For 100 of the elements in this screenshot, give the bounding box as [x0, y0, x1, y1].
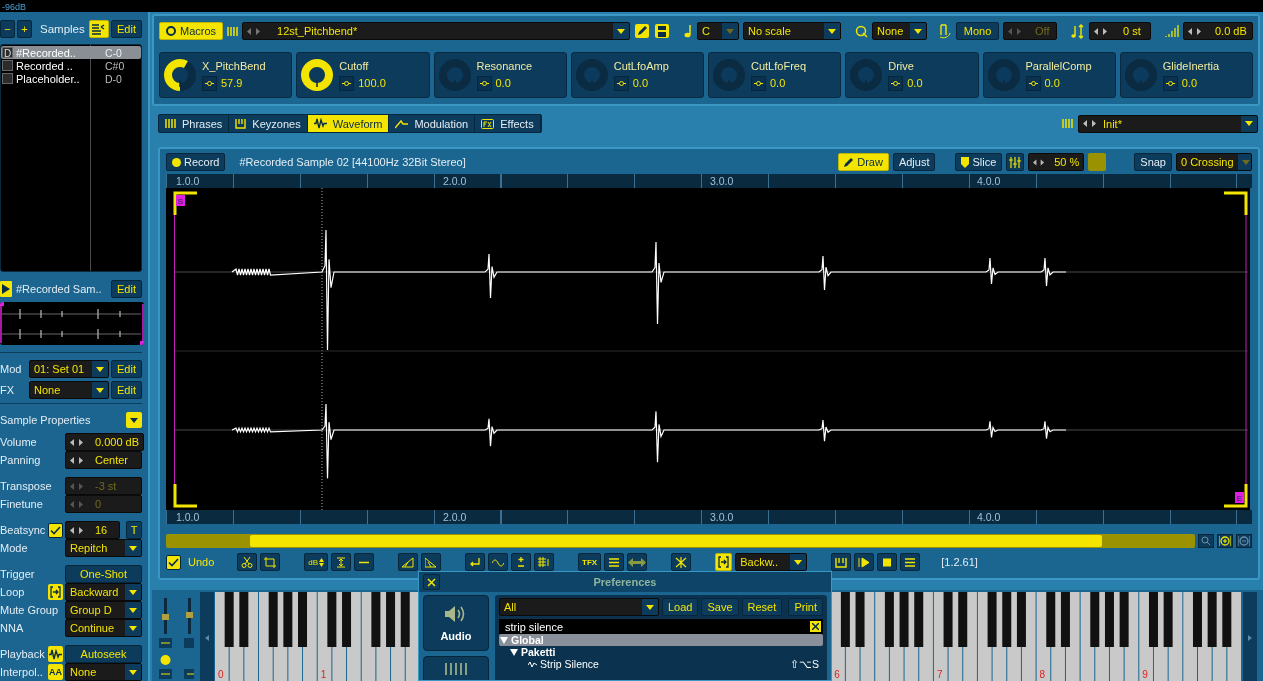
mapping-button[interactable] — [339, 75, 355, 91]
tab[interactable]: Keyzones — [229, 115, 308, 132]
dropdown[interactable]: Group D — [65, 601, 142, 619]
scrollbar-track[interactable] — [166, 534, 1195, 548]
cut-button[interactable] — [237, 553, 258, 571]
macros-button[interactable]: Macros — [159, 22, 224, 40]
dropdown[interactable]: Backward — [65, 583, 142, 601]
transpose-stepper[interactable]: 0 st — [1089, 22, 1151, 40]
sample-list-item[interactable]: D #Recorded.. C-0 — [1, 46, 141, 59]
loop-end-flag[interactable]: E — [1235, 492, 1244, 503]
save-preset-button[interactable] — [654, 23, 670, 39]
tree-item-label[interactable]: Strip Silence — [540, 658, 599, 670]
toggle-button[interactable] — [1088, 153, 1107, 171]
clear-button[interactable] — [810, 621, 821, 632]
dropdown[interactable]: None — [65, 663, 142, 681]
edit-button[interactable]: Edit — [111, 360, 142, 378]
silence-button[interactable] — [354, 553, 375, 571]
scale-dropdown[interactable]: No scale — [743, 22, 841, 40]
stop-button[interactable] — [877, 553, 898, 571]
invert-button[interactable] — [488, 553, 509, 571]
crop-button[interactable] — [260, 553, 281, 571]
category-button[interactable]: Audio — [423, 595, 489, 651]
tab[interactable]: Phrases — [159, 115, 230, 132]
preset-dropdown[interactable]: 12st_Pitchbend* — [242, 22, 630, 40]
channels-button[interactable] — [534, 553, 555, 571]
mirror-button[interactable] — [627, 553, 648, 571]
volume-stepper[interactable]: 0.0 dB — [1183, 22, 1253, 40]
close-button[interactable] — [423, 574, 440, 590]
zoom-button[interactable] — [1198, 534, 1214, 548]
mapping-button[interactable] — [476, 75, 492, 91]
mono-button[interactable]: Mono — [956, 22, 999, 40]
fx-button[interactable]: TFX — [578, 553, 602, 571]
knob[interactable] — [163, 58, 197, 92]
mode-button[interactable]: Draw — [838, 153, 889, 171]
snap-button[interactable]: Snap — [1134, 153, 1172, 171]
mapping-button[interactable] — [202, 75, 217, 91]
loop-mode-dropdown[interactable]: Backw.. — [735, 553, 808, 571]
toggle-button[interactable] — [48, 646, 63, 662]
edit-button[interactable]: Edit — [111, 280, 142, 298]
scale-button[interactable] — [331, 553, 352, 571]
sample-list-item[interactable]: Placeholder.. D-0 — [1, 72, 141, 85]
phrase-preset-dropdown[interactable]: Init* — [1078, 114, 1258, 133]
action-button[interactable]: Load — [662, 598, 699, 616]
reverse-button[interactable] — [465, 553, 486, 571]
slice-options-button[interactable] — [1006, 153, 1025, 171]
tab[interactable]: Modulation — [389, 115, 476, 132]
mapping-button[interactable] — [751, 75, 766, 91]
fade-out-button[interactable] — [421, 553, 442, 571]
edit-button[interactable]: Edit — [111, 381, 142, 399]
normalize-button[interactable]: dB — [304, 553, 329, 571]
mode-button[interactable]: One-Shot — [65, 565, 142, 583]
edit-preset-button[interactable] — [634, 23, 650, 39]
fx-dropdown[interactable]: None — [29, 381, 110, 399]
zoom-stepper[interactable]: 50 % — [1028, 153, 1085, 171]
sample-list-item[interactable]: Recorded .. C#0 — [1, 59, 141, 72]
list-button[interactable] — [604, 553, 625, 571]
checkbox[interactable] — [166, 554, 181, 570]
print-button[interactable]: Print — [788, 598, 823, 616]
edit-button[interactable]: Edit — [111, 20, 142, 38]
tab[interactable]: Effects — [475, 115, 541, 132]
search-field[interactable]: strip silence — [499, 619, 823, 634]
quantize-dropdown[interactable]: None — [872, 22, 927, 40]
scrollbar-thumb[interactable] — [250, 535, 1102, 547]
value-stepper[interactable]: Center — [65, 451, 142, 469]
value-stepper[interactable]: 0.000 dB — [65, 433, 145, 451]
collapse-button[interactable] — [126, 412, 142, 428]
play-button[interactable] — [0, 281, 12, 297]
action-button[interactable]: Save — [701, 598, 739, 616]
zoom-in-button[interactable] — [1217, 534, 1233, 548]
dropdown[interactable]: Repitch — [65, 539, 142, 557]
action-button[interactable]: Reset — [741, 598, 783, 616]
mapping-button[interactable] — [888, 75, 904, 91]
loop-toggle-button[interactable] — [715, 553, 733, 571]
mapping-button[interactable] — [613, 75, 629, 91]
tree-item-label[interactable]: Paketti — [521, 646, 556, 658]
zoom-out-button[interactable] — [1236, 534, 1252, 548]
mapping-button[interactable] — [1025, 75, 1041, 91]
mode-button[interactable]: Autoseek — [65, 645, 142, 663]
list-mode-button[interactable] — [89, 20, 110, 38]
clear-button[interactable] — [671, 553, 692, 571]
toggle-button[interactable] — [48, 584, 63, 600]
dc-offset-button[interactable] — [511, 553, 532, 571]
play-button[interactable] — [854, 553, 875, 571]
add-button[interactable]: + — [17, 20, 32, 38]
dropdown[interactable]: Continue — [65, 619, 142, 637]
loop-start-flag[interactable]: S — [176, 195, 185, 206]
slice-button[interactable]: Slice — [955, 153, 1003, 171]
knob[interactable] — [300, 58, 335, 92]
fade-in-button[interactable] — [398, 553, 419, 571]
checkbox[interactable] — [48, 522, 63, 538]
value-stepper[interactable]: 16 — [65, 521, 120, 539]
mode-button[interactable]: Adjust — [892, 153, 936, 171]
tab[interactable]: Waveform — [307, 115, 390, 132]
toggle-button[interactable]: AA — [48, 664, 63, 680]
menu-button[interactable] — [900, 553, 921, 571]
mapping-button[interactable] — [1162, 75, 1178, 91]
keyboard-button[interactable] — [831, 553, 852, 571]
remove-button[interactable]: − — [0, 20, 15, 38]
filter-dropdown[interactable]: All — [499, 598, 659, 616]
mod-dropdown[interactable]: 01: Set 01 — [29, 360, 110, 378]
